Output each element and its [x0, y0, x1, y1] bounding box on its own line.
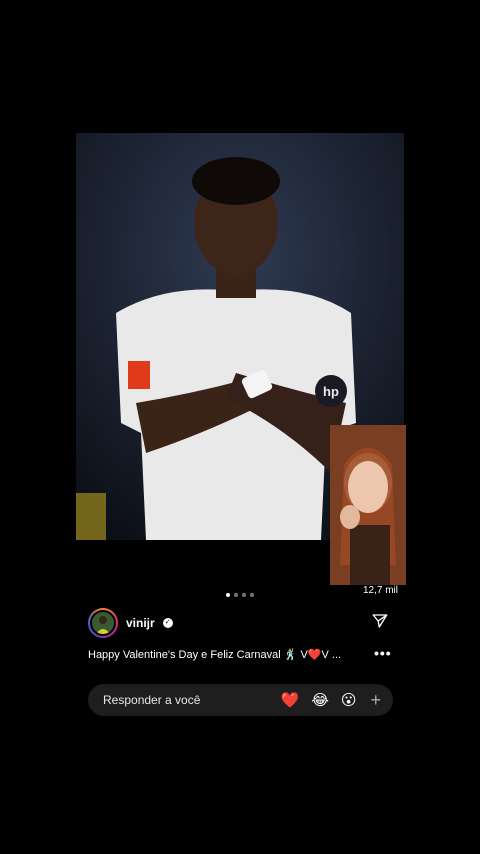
carousel-dot-active	[226, 593, 230, 597]
send-icon[interactable]	[371, 612, 389, 630]
carousel-dot	[242, 593, 246, 597]
username[interactable]: vinijr	[126, 616, 155, 630]
reply-input[interactable]: Responder a você ❤️ 😂 😮 +	[88, 684, 393, 716]
post-caption[interactable]: Happy Valentine's Day e Feliz Carnaval 🕺…	[88, 648, 341, 661]
verified-badge-icon: ✓	[162, 618, 173, 628]
reaction-face-icon	[330, 425, 406, 585]
carousel-dot	[250, 593, 254, 597]
reply-placeholder[interactable]: Responder a você	[103, 693, 269, 707]
laughing-emoji-button[interactable]: 😂	[311, 691, 329, 709]
avatar-person-icon	[92, 612, 114, 634]
svg-text:hp: hp	[323, 384, 339, 399]
avatar-image	[90, 610, 116, 636]
reaction-camera[interactable]	[330, 425, 406, 585]
avatar[interactable]	[88, 608, 118, 638]
view-count: 12,7 mil	[362, 585, 398, 596]
add-reaction-icon[interactable]: +	[370, 691, 381, 709]
heart-emoji-button[interactable]: ❤️	[281, 691, 300, 709]
surprised-emoji-button[interactable]: 😮	[341, 691, 357, 709]
author-row[interactable]: vinijr ✓	[88, 608, 173, 638]
carousel-dot	[234, 593, 238, 597]
more-options-icon[interactable]: •••	[374, 645, 392, 661]
carousel-indicator	[226, 593, 254, 597]
